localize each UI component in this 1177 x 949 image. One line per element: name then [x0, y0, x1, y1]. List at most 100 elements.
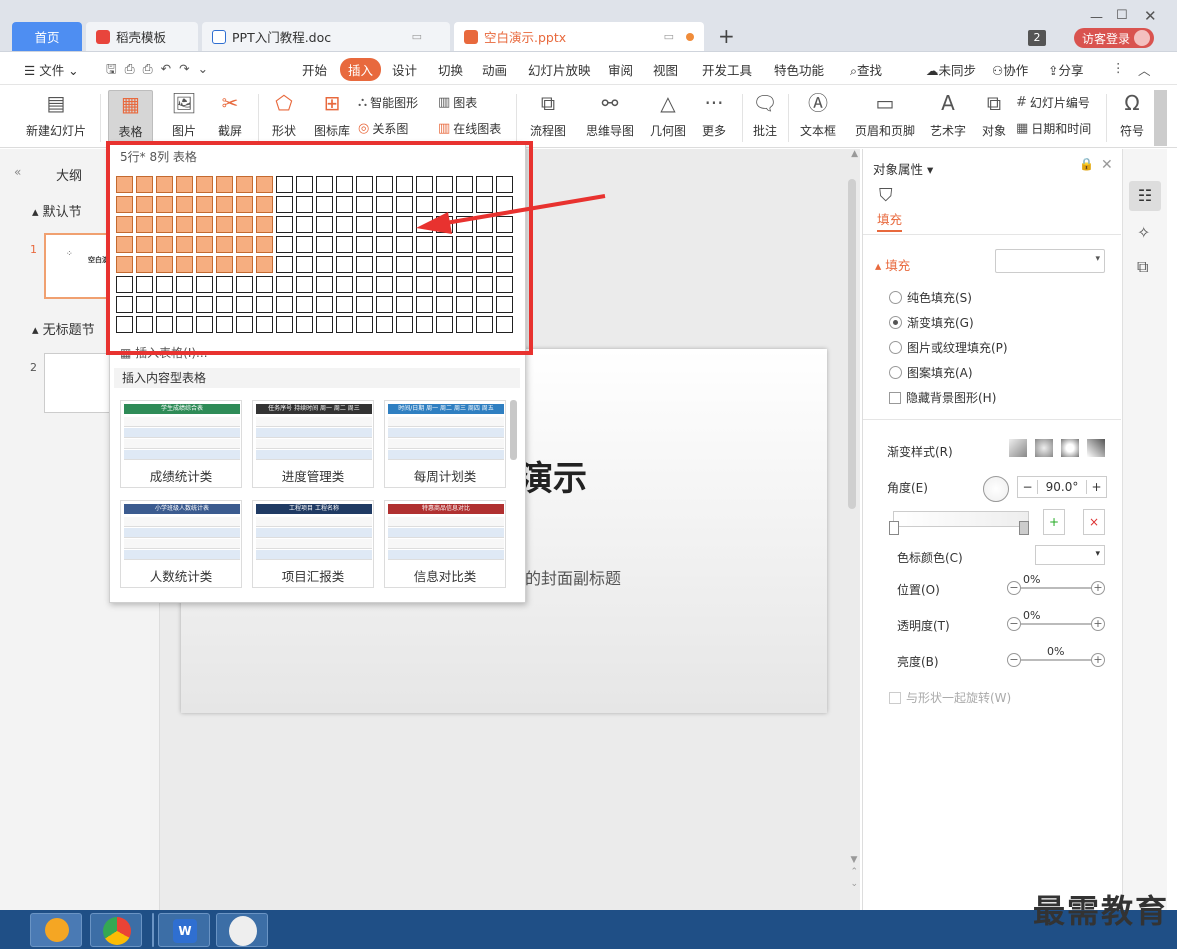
- gradient-linear-icon[interactable]: [1009, 439, 1027, 457]
- menu-design[interactable]: 设计: [392, 60, 417, 79]
- template-4[interactable]: 工程项目 工程名称 项目汇报类: [252, 500, 374, 588]
- mindmap-button[interactable]: ⚯ 思维导图: [580, 86, 640, 139]
- convert-icon[interactable]: ⧉: [1137, 257, 1148, 277]
- template-3[interactable]: 小学班级人数统计表 人数统计类: [120, 500, 242, 588]
- file-menu[interactable]: ☰ 文件 ⌄: [24, 60, 79, 79]
- add-stop-icon[interactable]: +: [1043, 509, 1065, 535]
- chart-button[interactable]: ▥ 图表: [438, 94, 477, 111]
- menu-view[interactable]: 视图: [653, 60, 678, 79]
- transparency-plus-icon[interactable]: +: [1091, 617, 1105, 631]
- shape-button[interactable]: ⬠ 形状: [266, 86, 302, 139]
- brightness-minus-icon[interactable]: −: [1007, 653, 1021, 667]
- tab-home[interactable]: 首页: [12, 22, 82, 51]
- magic-icon[interactable]: ✧: [1137, 223, 1150, 242]
- menu-insert[interactable]: 插入: [340, 58, 382, 81]
- position-plus-icon[interactable]: +: [1091, 581, 1105, 595]
- wordart-button[interactable]: A 艺术字: [924, 86, 972, 139]
- template-0[interactable]: 学生成绩综合表 成绩统计类: [120, 400, 242, 488]
- menu-animation[interactable]: 动画: [482, 60, 507, 79]
- slide-subtitle[interactable]: 的封面副标题: [525, 565, 621, 589]
- radio-picture[interactable]: [889, 341, 902, 354]
- radio-solid[interactable]: [889, 291, 902, 304]
- stop-color-dropdown[interactable]: ▾: [1035, 545, 1105, 565]
- canvas-scrollbar[interactable]: [848, 179, 856, 509]
- smart-shape-button[interactable]: ⛬ 智能图形: [358, 94, 418, 111]
- minimize-icon[interactable]: —: [1090, 10, 1103, 25]
- unsaved-dot-icon[interactable]: [686, 32, 694, 41]
- pane-close-icon[interactable]: ✕: [1101, 157, 1113, 173]
- gradient-path-icon[interactable]: [1087, 439, 1105, 457]
- menu-start[interactable]: 开始: [302, 60, 327, 79]
- taskbar-chrome-icon[interactable]: [90, 913, 142, 947]
- window-count-badge[interactable]: 2: [1028, 30, 1046, 46]
- menu-slideshow[interactable]: 幻灯片放映: [528, 60, 591, 79]
- section-default[interactable]: ▴ 默认节: [32, 201, 82, 220]
- transparency-minus-icon[interactable]: −: [1007, 617, 1021, 631]
- hide-bg-checkbox[interactable]: 隐藏背景图形(H): [889, 389, 996, 406]
- radio-gradient[interactable]: [889, 316, 902, 329]
- window-icon[interactable]: ▭: [664, 30, 674, 43]
- option-picture[interactable]: 图片或纹理填充(P): [889, 339, 1008, 356]
- close-icon[interactable]: ✕: [1144, 7, 1157, 25]
- position-minus-icon[interactable]: −: [1007, 581, 1021, 595]
- option-solid[interactable]: 纯色填充(S): [889, 289, 972, 306]
- gradient-stop-left[interactable]: [889, 521, 899, 535]
- gradient-rect-icon[interactable]: [1061, 439, 1079, 457]
- menu-features[interactable]: 特色功能: [774, 60, 824, 79]
- icon-library-button[interactable]: ⊞ 图标库: [314, 86, 350, 139]
- fill-color-dropdown[interactable]: ▾: [995, 249, 1105, 273]
- gradient-style-options[interactable]: [1009, 439, 1105, 457]
- maximize-icon[interactable]: ☐: [1116, 8, 1128, 23]
- more-button[interactable]: ··· 更多: [696, 86, 732, 139]
- share-button[interactable]: ⇪分享: [1048, 60, 1084, 79]
- option-pattern[interactable]: 图案填充(A): [889, 364, 973, 381]
- menu-transition[interactable]: 切换: [438, 60, 463, 79]
- radio-pattern[interactable]: [889, 366, 902, 379]
- tab-docer[interactable]: 稻壳模板: [86, 22, 198, 51]
- option-gradient[interactable]: 渐变填充(G): [889, 314, 974, 331]
- checkbox[interactable]: [889, 391, 901, 404]
- pane-title[interactable]: 对象属性 ▾: [873, 159, 933, 178]
- checkbox[interactable]: [889, 691, 901, 704]
- flowchart-button[interactable]: ⧉ 流程图: [524, 86, 572, 139]
- table-button[interactable]: ▦ 表格: [108, 90, 153, 146]
- new-slide-button[interactable]: ▤ 新建幻灯片: [20, 86, 92, 139]
- angle-value[interactable]: 90.0°: [1038, 480, 1086, 494]
- tab-fill[interactable]: 填充: [877, 209, 903, 232]
- taskbar-app4-icon[interactable]: [216, 913, 268, 947]
- gradient-radial-icon[interactable]: [1035, 439, 1053, 457]
- geometry-button[interactable]: △ 几何图: [648, 86, 688, 139]
- datetime-button[interactable]: ▦ 日期和时间: [1016, 120, 1091, 137]
- gradient-stop-right[interactable]: [1019, 521, 1029, 535]
- tab-doc[interactable]: PPT入门教程.doc ▭: [202, 22, 450, 51]
- decrement-icon[interactable]: −: [1018, 480, 1038, 494]
- gradient-bar[interactable]: [893, 511, 1029, 527]
- slide-2-thumbnail[interactable]: [44, 353, 114, 413]
- screenshot-button[interactable]: ✂ 截屏: [212, 86, 248, 139]
- sync-button[interactable]: ☁未同步: [926, 60, 976, 79]
- slide-1-thumbnail[interactable]: ⁘ 空白演: [44, 233, 114, 299]
- brightness-plus-icon[interactable]: +: [1091, 653, 1105, 667]
- fill-section-header[interactable]: ▴ 填充: [875, 255, 910, 274]
- lock-icon[interactable]: 🔒: [1079, 157, 1094, 171]
- template-2[interactable]: 时间/日期 周一 周二 周三 周四 周五 每周计划类: [384, 400, 506, 488]
- add-tab-button[interactable]: +: [718, 24, 735, 48]
- scroll-down-icon[interactable]: ▼ ⌃ ⌄: [850, 854, 858, 890]
- ribbon-scroll-right[interactable]: [1154, 90, 1167, 146]
- rotate-with-shape-checkbox[interactable]: 与形状一起旋转(W): [889, 689, 1011, 706]
- transparency-slider[interactable]: [1021, 623, 1099, 625]
- taskbar-wps-icon[interactable]: W: [158, 913, 210, 947]
- menu-review[interactable]: 审阅: [608, 60, 633, 79]
- template-1[interactable]: 任务序号 持续时间 周一 周二 周三 进度管理类: [252, 400, 374, 488]
- textbox-button[interactable]: Ⓐ 文本框: [796, 86, 840, 139]
- outline-tab[interactable]: 大纲: [56, 165, 82, 184]
- collapse-pane-icon[interactable]: «: [14, 165, 21, 179]
- collapse-ribbon-icon[interactable]: ︿: [1138, 60, 1151, 79]
- object-button[interactable]: ⧉ 对象: [978, 86, 1010, 139]
- quick-access-toolbar[interactable]: 🖫⎙⎙↶↷⌄: [106, 60, 216, 81]
- position-slider[interactable]: [1021, 587, 1099, 589]
- scroll-up-icon[interactable]: ▲: [851, 149, 858, 159]
- angle-dial[interactable]: [983, 476, 1009, 502]
- slide-number-button[interactable]: # 幻灯片编号: [1016, 94, 1090, 111]
- remove-stop-icon[interactable]: ×: [1083, 509, 1105, 535]
